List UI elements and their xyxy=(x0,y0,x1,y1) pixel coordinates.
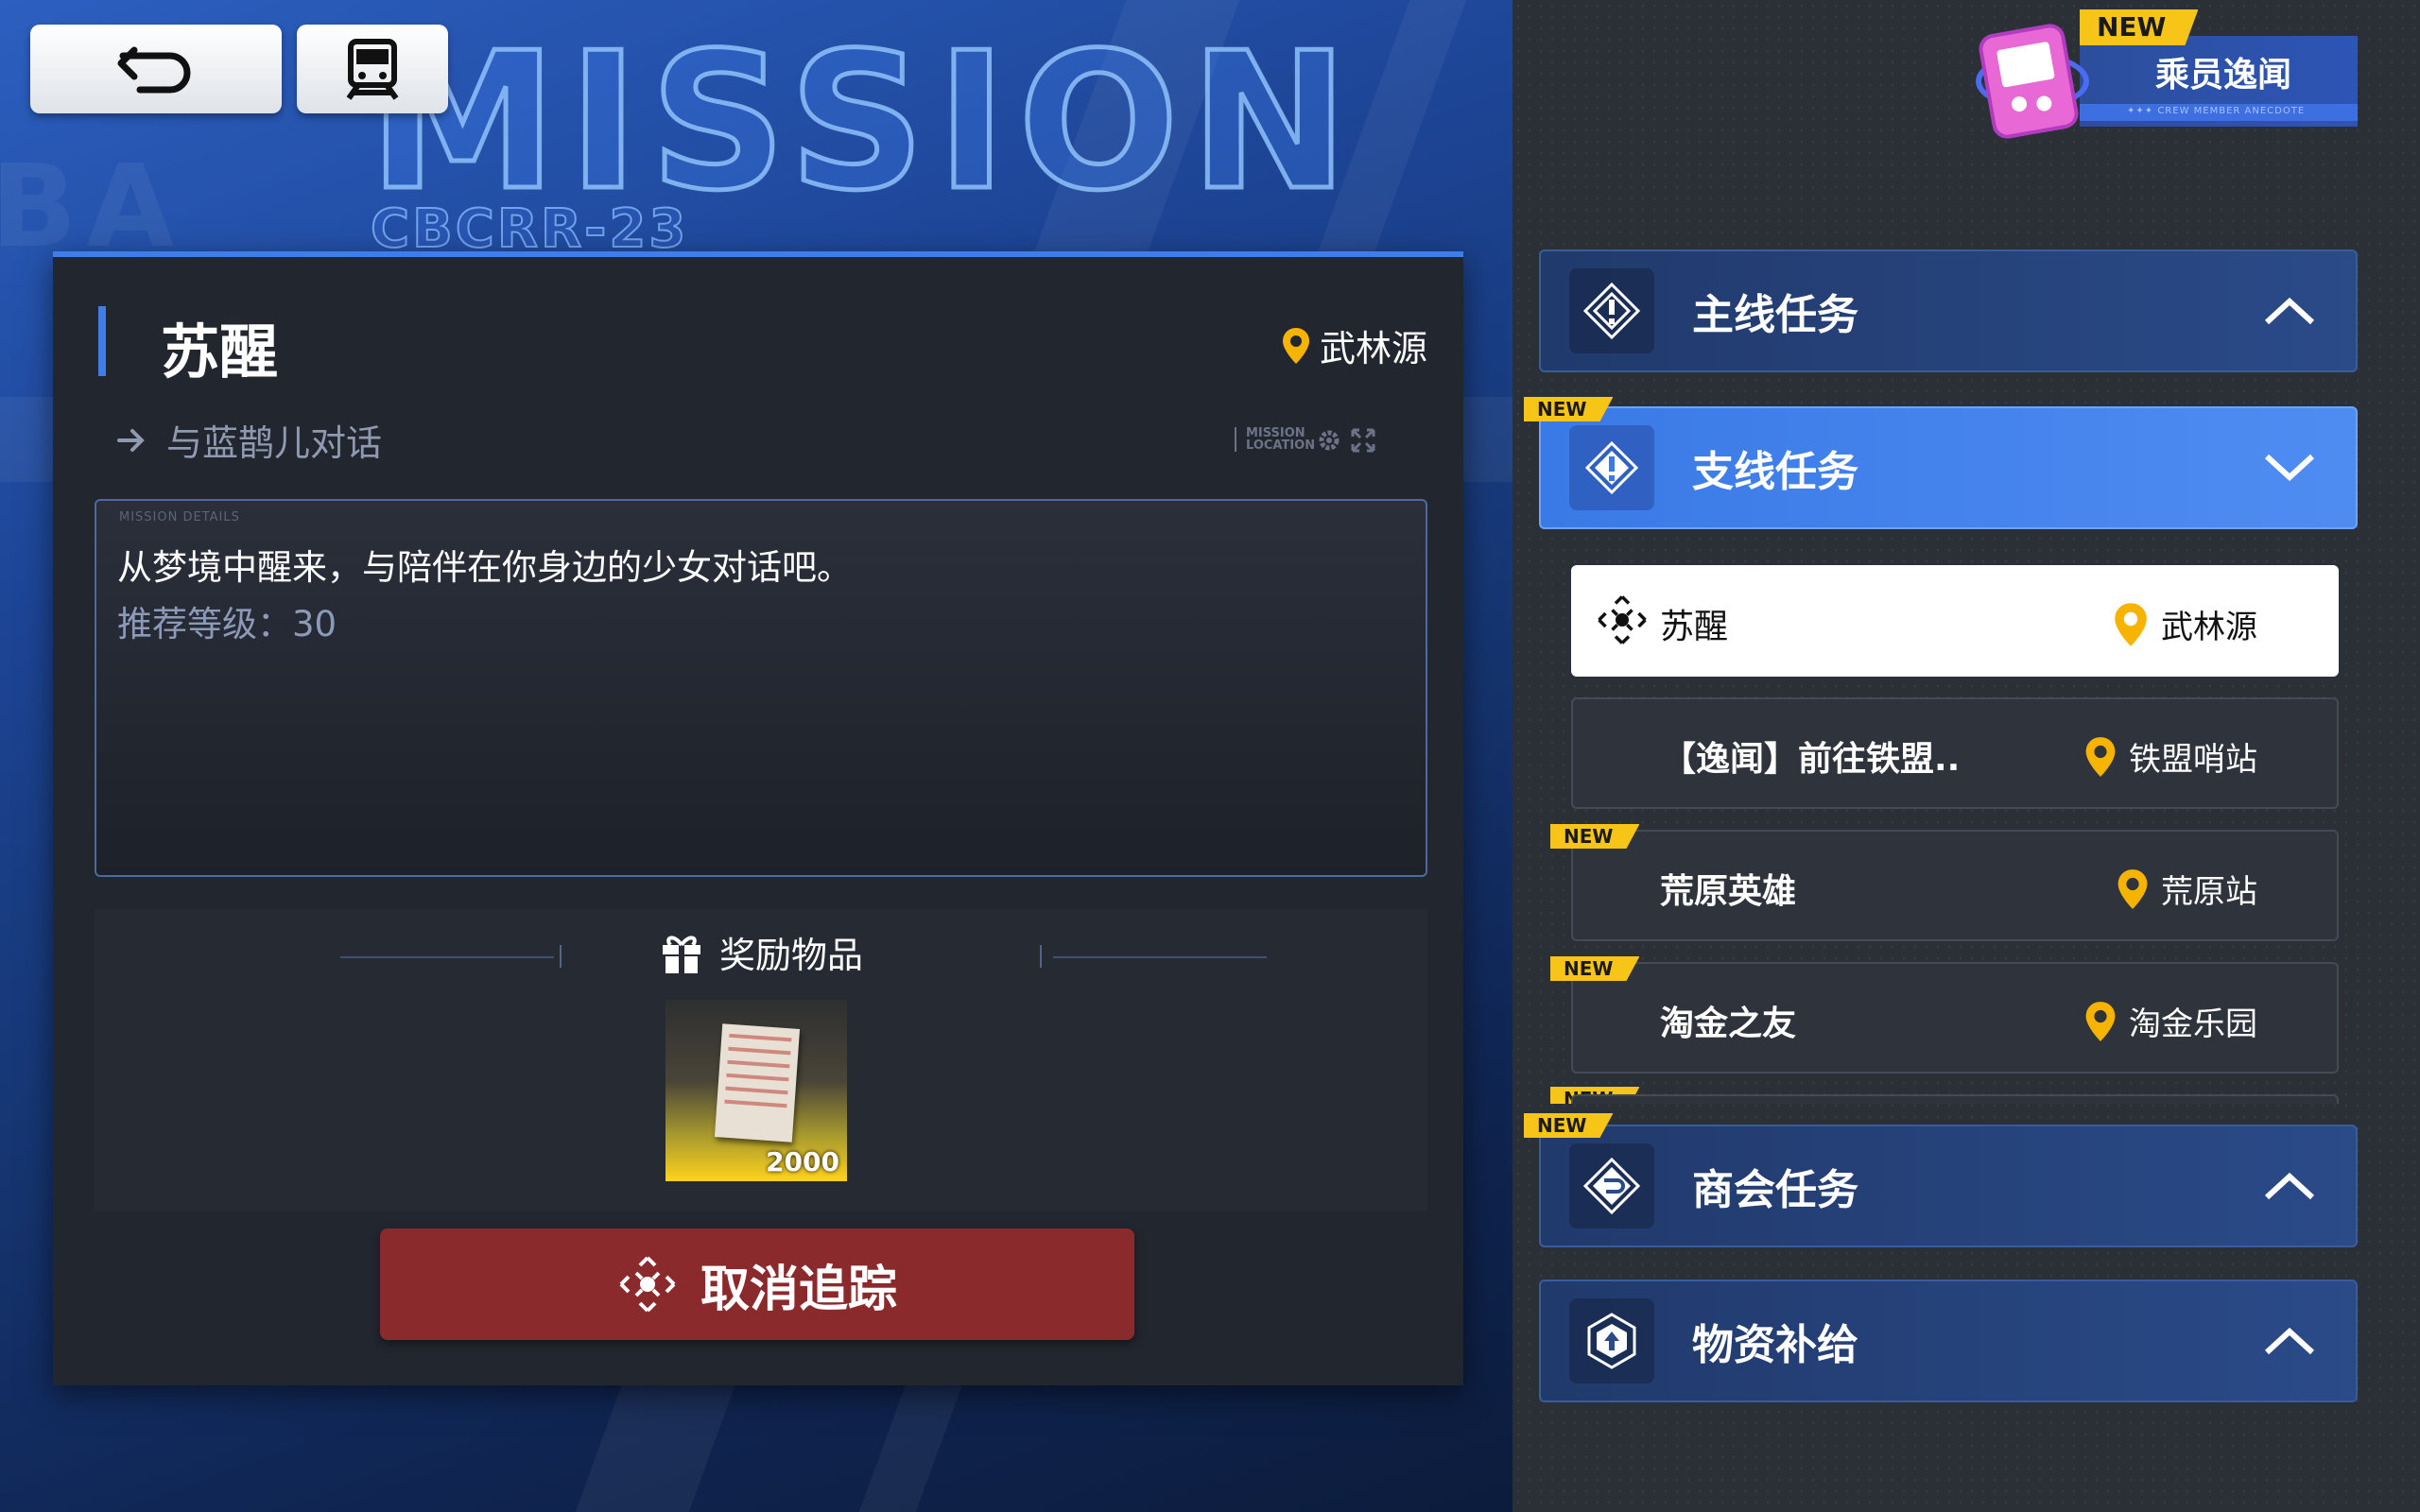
new-badge: NEW xyxy=(1550,824,1639,849)
category-main-quest[interactable]: 主线任务 xyxy=(1539,249,2358,372)
location-pin-icon xyxy=(2115,602,2147,646)
task-name: 苏醒 xyxy=(1660,608,1729,646)
supply-box-icon xyxy=(1587,1313,1636,1369)
arrow-right-icon xyxy=(117,428,145,452)
category-guild-quest[interactable]: 商会任务 xyxy=(1539,1125,2358,1247)
task-location-label: 武林源 xyxy=(2161,609,2257,646)
task-location-label: 铁盟哨站 xyxy=(2129,741,2257,779)
gift-icon xyxy=(662,936,700,973)
location-pin-icon xyxy=(1282,327,1309,364)
category-side-quest[interactable]: 支线任务 xyxy=(1539,406,2358,529)
category-supply[interactable]: 物资补给 xyxy=(1539,1280,2358,1402)
chevron-up-icon xyxy=(2264,1172,2315,1200)
reward-header-label: 奖励物品 xyxy=(718,935,863,976)
side-quest-icon xyxy=(1584,440,1639,495)
task-item[interactable]: 【逸闻】前往铁盟.. 铁盟哨站 xyxy=(1571,697,2339,809)
chevron-down-icon xyxy=(2264,454,2315,482)
crew-anecdote-button[interactable]: NEW 乘员逸闻 ✦✦✦ CREW MEMBER ANECDOTE xyxy=(1976,28,2358,137)
reward-section: 奖励物品 2000 xyxy=(95,909,1427,1211)
main-quest-icon xyxy=(1582,282,1641,340)
undo-arrow-icon xyxy=(117,46,191,94)
reward-item[interactable]: 2000 xyxy=(666,1000,847,1181)
recommended-level: 推荐等级：30 xyxy=(117,604,337,644)
crew-anecdote-sub: ✦✦✦ CREW MEMBER ANECDOTE xyxy=(2127,106,2306,116)
new-badge: NEW xyxy=(2080,9,2198,45)
mission-details-box: MISSION DETAILS 从梦境中醒来，与陪伴在你身边的少女对话吧。 推荐… xyxy=(95,499,1427,877)
location-pin-icon xyxy=(2118,868,2148,909)
document-item-icon xyxy=(714,1023,801,1143)
gear-icon[interactable] xyxy=(1316,427,1342,454)
new-badge: NEW xyxy=(1550,956,1639,981)
guild-quest-icon xyxy=(1582,1157,1641,1215)
task-item[interactable]: 淘金之友 淘金乐园 xyxy=(1571,962,2339,1074)
task-location-label: 淘金乐园 xyxy=(2129,1005,2257,1043)
objective-text: 与蓝鹊儿对话 xyxy=(166,422,383,464)
reward-quantity: 2000 xyxy=(766,1146,839,1177)
train-button[interactable] xyxy=(297,25,448,113)
mission-description: 从梦境中醒来，与陪伴在你身边的少女对话吧。 xyxy=(117,547,852,588)
mission-location-label: 武林源 xyxy=(1319,328,1427,369)
task-name: 荒原英雄 xyxy=(1660,872,1797,911)
chevron-up-icon xyxy=(2264,297,2315,325)
task-item[interactable]: 荒原英雄 荒原站 xyxy=(1571,830,2339,941)
train-icon xyxy=(346,39,399,100)
task-location: 荒原站 xyxy=(2116,866,2257,912)
task-location-label: 荒原站 xyxy=(2161,873,2257,911)
location-pin-icon xyxy=(2085,736,2116,777)
task-item-selected[interactable]: 苏醒 武林源 xyxy=(1571,565,2339,677)
category-side-quest-label: 支线任务 xyxy=(1692,448,1858,496)
expand-icon[interactable] xyxy=(1350,427,1376,454)
details-caption: MISSION DETAILS xyxy=(119,510,240,524)
task-location: 武林源 xyxy=(2112,601,2257,647)
new-badge: NEW xyxy=(1524,1113,1613,1138)
location-pin-icon xyxy=(2085,1001,2116,1041)
task-location: 铁盟哨站 xyxy=(2083,733,2257,780)
task-name: 【逸闻】前往铁盟.. xyxy=(1662,740,1961,779)
handheld-device-icon xyxy=(1980,26,2077,137)
title-accent xyxy=(98,306,106,376)
chevron-up-icon xyxy=(2264,1327,2315,1355)
category-main-quest-label: 主线任务 xyxy=(1692,291,1858,339)
mission-objective: 与蓝鹊儿对话 xyxy=(115,414,382,466)
reward-header: 奖励物品 xyxy=(95,926,1427,978)
task-name: 淘金之友 xyxy=(1660,1005,1797,1043)
crew-anecdote-label: 乘员逸闻 xyxy=(2155,56,2292,94)
task-item-clipped[interactable]: NEW xyxy=(1550,1087,2339,1104)
cancel-tracking-button[interactable]: 取消追踪 xyxy=(380,1228,1134,1340)
category-supply-label: 物资补给 xyxy=(1692,1321,1858,1369)
tracking-target-icon xyxy=(619,1256,676,1313)
mission-code-watermark: CBCRR-23 xyxy=(370,198,689,260)
back-button[interactable] xyxy=(30,25,282,113)
cancel-tracking-label: 取消追踪 xyxy=(700,1261,897,1318)
category-guild-quest-label: 商会任务 xyxy=(1692,1166,1858,1214)
mission-watermark: MISSION xyxy=(366,12,1360,232)
new-badge: NEW xyxy=(1524,397,1613,421)
tracking-target-icon xyxy=(1598,595,1647,644)
mission-location: 武林源 xyxy=(1282,319,1427,371)
mission-title: 苏醒 xyxy=(161,318,279,387)
task-location: 淘金乐园 xyxy=(2083,998,2257,1044)
mission-location-tag: MISSION LOCATION xyxy=(1235,427,1315,452)
mission-detail-panel: 苏醒 武林源 与蓝鹊儿对话 MISSION LOCATION MISSION D… xyxy=(53,251,1463,1385)
